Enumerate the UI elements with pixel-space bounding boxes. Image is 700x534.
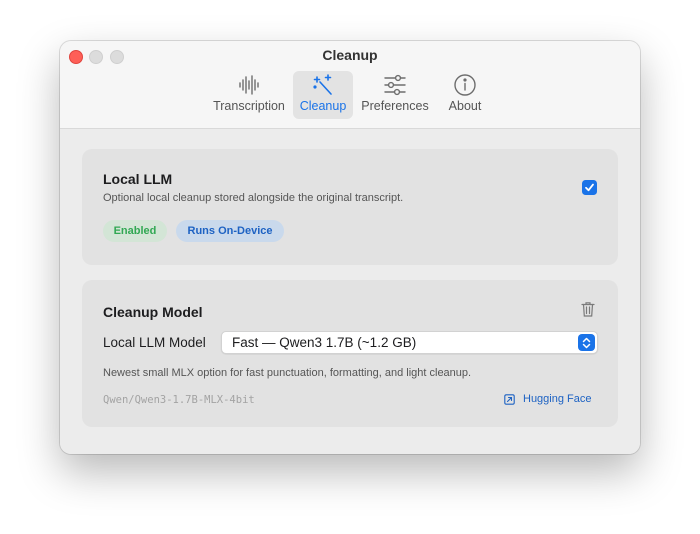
external-link-icon [504,393,515,405]
content-area: Local LLM Optional local cleanup stored … [60,129,640,454]
chevron-updown-icon [578,334,595,351]
tab-about[interactable]: About [442,71,488,119]
enable-checkbox[interactable] [582,180,597,195]
waveform-icon [234,71,264,99]
model-description: Newest small MLX option for fast punctua… [103,367,472,379]
model-field-label: Local LLM Model [103,335,206,350]
magic-wand-icon [308,71,338,99]
checkmark-icon [585,183,594,192]
tab-label: Cleanup [299,99,347,113]
toolbar: Cleanup Transcription Cleanup Preference… [60,41,640,129]
status-badge: Enabled [103,220,167,242]
tab-transcription[interactable]: Transcription [210,71,288,119]
tab-label: Transcription [213,99,285,113]
cleanup-model-card: Cleanup Model Local LLM Model Fast — Qwe… [82,280,618,427]
tab-cleanup[interactable]: Cleanup [293,71,353,119]
model-id: Qwen/Qwen3-1.7B-MLX-4bit [103,394,255,406]
info-icon [450,71,480,99]
local-llm-title: Local LLM [103,171,173,187]
model-select[interactable]: Fast — Qwen3 1.7B (~1.2 GB) [221,331,598,354]
hugging-face-link[interactable]: Hugging Face [504,393,592,405]
cleanup-model-title: Cleanup Model [103,304,203,320]
link-label: Hugging Face [523,393,592,405]
tab-preferences[interactable]: Preferences [359,71,431,119]
trash-icon[interactable] [581,301,597,319]
window-title: Cleanup [322,47,378,63]
settings-window: Cleanup Transcription Cleanup Preference… [60,41,640,454]
on-device-badge: Runs On-Device [176,220,284,242]
local-llm-card: Local LLM Optional local cleanup stored … [82,149,618,265]
local-llm-description: Optional local cleanup stored alongside … [103,192,404,204]
sliders-icon [380,71,410,99]
model-select-value: Fast — Qwen3 1.7B (~1.2 GB) [232,335,417,350]
tab-label: About [448,99,482,113]
tab-label: Preferences [361,99,429,113]
